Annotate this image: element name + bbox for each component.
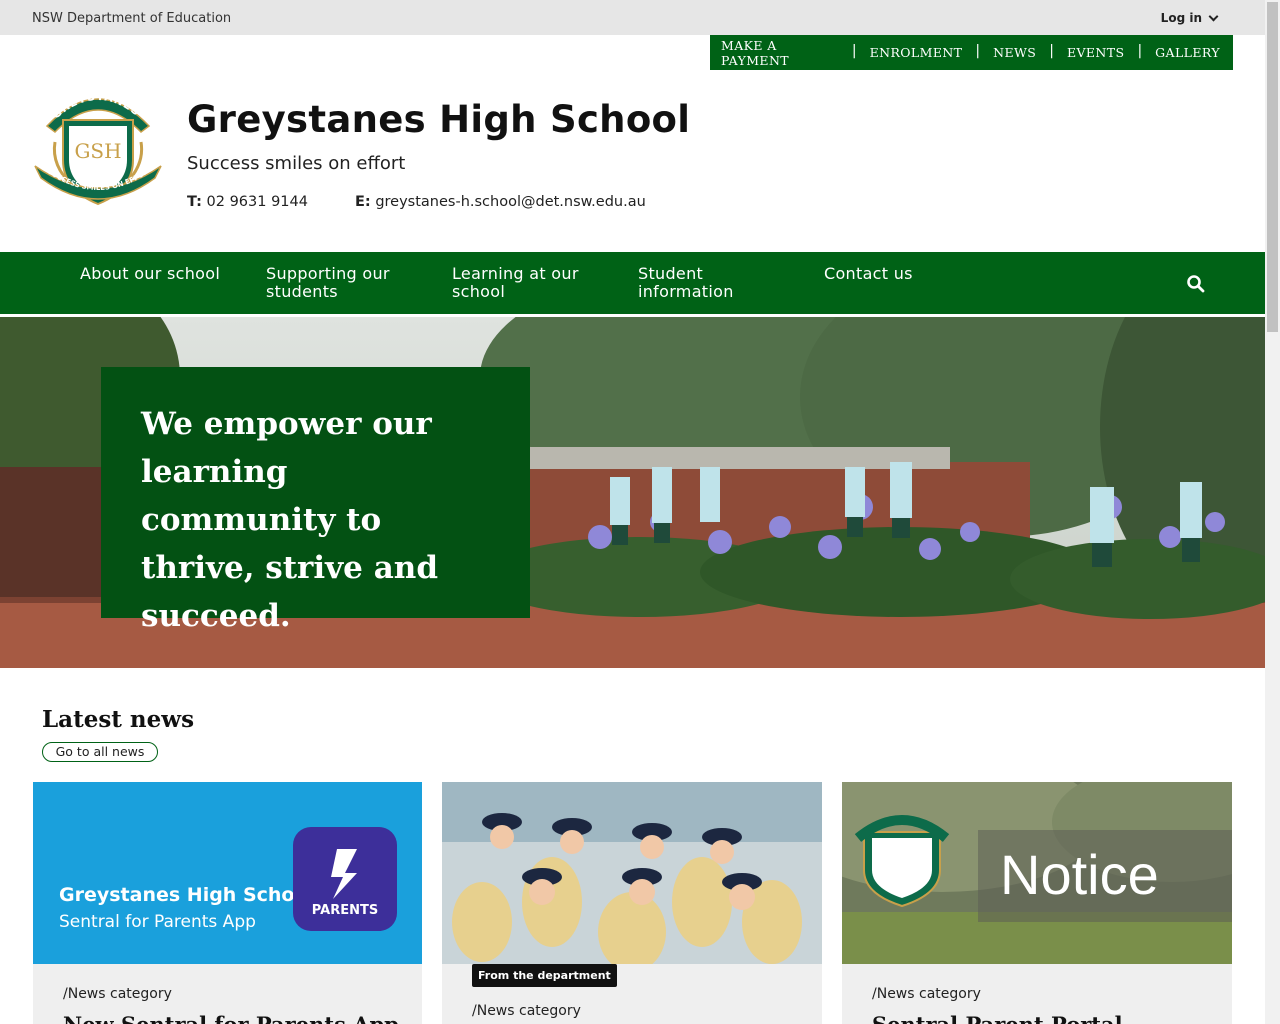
news-card[interactable]: Greystanes High School Sentral for Paren… [33, 782, 422, 1024]
chevron-down-icon [1208, 11, 1219, 21]
news-headline[interactable]: New Sentral for Parents App [63, 1012, 399, 1024]
divider: | [975, 42, 981, 59]
from-department-tag: From the department [472, 964, 617, 987]
sentral-badge-label: PARENTS [311, 903, 379, 918]
notice-word: Notice [1000, 843, 1159, 906]
sentral-app-icon: PARENTS [293, 827, 397, 931]
quick-link-make-a-payment[interactable]: MAKE A PAYMENT [721, 38, 852, 68]
nav-item-contact[interactable]: Contact us [824, 265, 974, 283]
school-motto: Success smiles on effort [187, 153, 406, 174]
card-image-subtitle: Sentral for Parents App [59, 912, 256, 932]
quick-links: MAKE A PAYMENT | ENROLMENT | NEWS | EVEN… [710, 35, 1233, 70]
nav-item-supporting[interactable]: Supporting our students [266, 265, 416, 301]
login-label: Log in [1160, 11, 1202, 25]
latest-news-heading: Latest news [42, 706, 195, 733]
phone-number[interactable]: 02 9631 9144 [207, 194, 308, 210]
department-label: NSW Department of Education [32, 11, 232, 26]
nav-item-learning[interactable]: Learning at our school [452, 265, 602, 301]
news-card[interactable]: From the department /News category [442, 782, 822, 1024]
divider: | [1049, 42, 1054, 59]
school-crest-logo[interactable]: GREYSTANES GSH SUCCESS SMILES ON EFFORT [33, 82, 163, 208]
news-card-image [442, 782, 822, 964]
hero-statement: We empower our learning community to thr… [141, 406, 438, 634]
card-image-title: Greystanes High School [59, 884, 315, 906]
news-card[interactable]: Notice /News category Sentral Parent Por… [842, 782, 1232, 1024]
go-to-all-news-button[interactable]: Go to all news [42, 742, 158, 762]
news-category: /News category [472, 1003, 581, 1019]
phone-label: T: [187, 194, 202, 210]
email-label: E: [355, 194, 371, 210]
main-navigation: About our school Supporting our students… [0, 252, 1265, 314]
quick-link-news[interactable]: NEWS [993, 45, 1049, 60]
login-button[interactable]: Log in [1160, 11, 1219, 25]
quick-link-gallery[interactable]: GALLERY [1155, 45, 1233, 60]
quick-link-events[interactable]: EVENTS [1067, 45, 1138, 60]
email-contact: E: greystanes-h.school@det.nsw.edu.au [355, 194, 646, 210]
nav-item-student-information[interactable]: Student information [638, 265, 788, 301]
news-card-image: Greystanes High School Sentral for Paren… [33, 782, 422, 964]
news-category: /News category [872, 986, 981, 1002]
news-headline[interactable]: Sentral Parent Portal [872, 1012, 1123, 1024]
utility-bar: NSW Department of Education Log in [0, 0, 1265, 35]
scrollbar-thumb[interactable] [1267, 2, 1278, 332]
divider: | [851, 42, 857, 59]
email-address[interactable]: greystanes-h.school@det.nsw.edu.au [375, 194, 645, 210]
hero-statement-box: We empower our learning community to thr… [101, 367, 530, 634]
news-card-image: Notice [842, 782, 1232, 964]
school-name: Greystanes High School [187, 98, 691, 141]
nav-item-about[interactable]: About our school [80, 265, 230, 283]
news-category: /News category [63, 986, 172, 1002]
svg-text:GSH: GSH [74, 139, 121, 163]
phone-contact: T: 02 9631 9144 [187, 194, 308, 210]
students-celebrating-photo [442, 782, 822, 964]
divider: | [1137, 42, 1143, 59]
search-icon[interactable] [1186, 274, 1206, 294]
quick-link-enrolment[interactable]: ENROLMENT [870, 45, 976, 60]
